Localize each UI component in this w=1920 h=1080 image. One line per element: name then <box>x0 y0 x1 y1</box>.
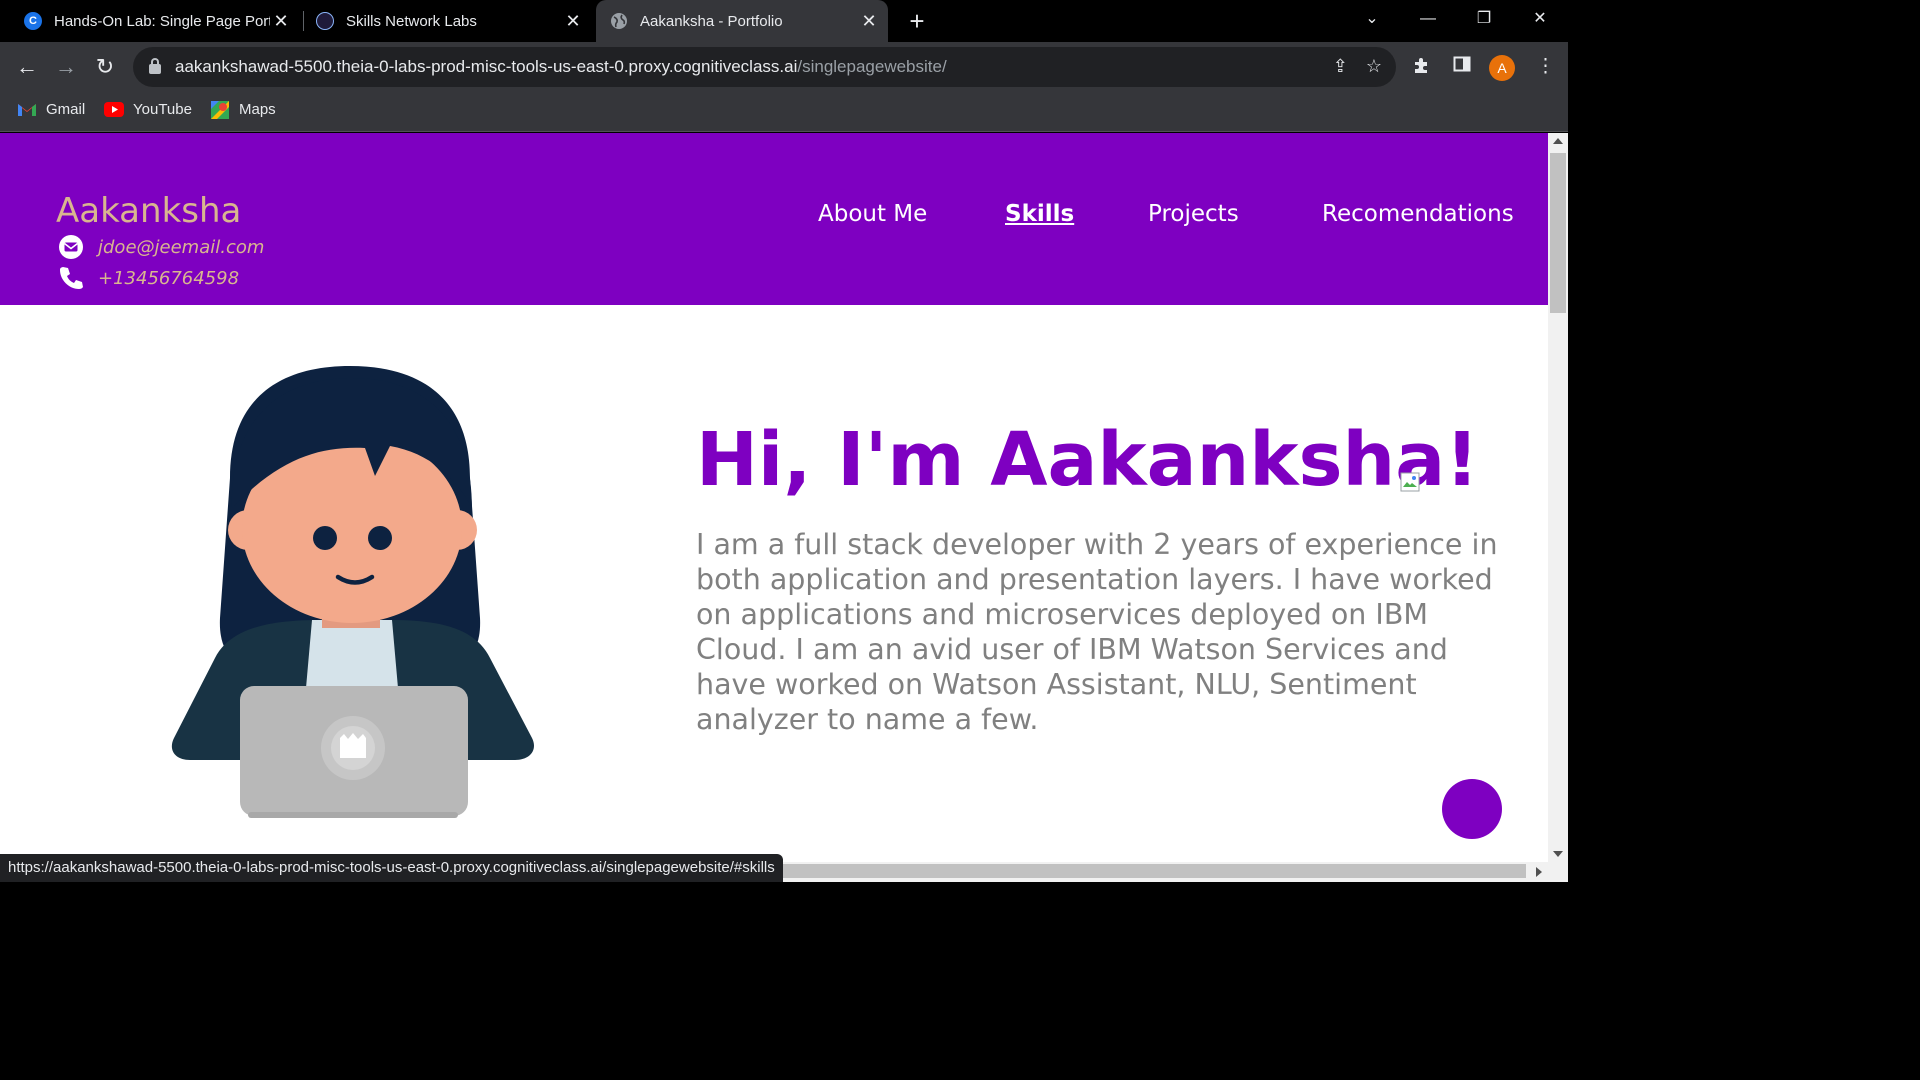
url-path: /singlepagewebsite/ <box>797 57 947 76</box>
bookmark-label: Gmail <box>46 101 86 118</box>
minimize-button[interactable]: — <box>1400 0 1456 42</box>
tab-divider <box>303 11 304 31</box>
bookmark-label: YouTube <box>133 101 192 118</box>
browser-menu-icon[interactable]: ⋮ <box>1536 55 1555 78</box>
nav-recomendations[interactable]: Recomendations <box>1322 201 1514 227</box>
floating-action-button[interactable] <box>1442 779 1502 839</box>
address-bar[interactable]: aakankshawad-5500.theia-0-labs-prod-misc… <box>133 47 1396 87</box>
contact-phone: +13456764598 <box>58 265 239 291</box>
skills-network-favicon-icon <box>316 12 334 30</box>
maps-icon <box>210 100 230 119</box>
back-button[interactable]: ← <box>12 52 42 82</box>
bookmark-maps[interactable]: Maps <box>210 100 276 119</box>
tab-title: Aakanksha - Portfolio <box>640 12 783 30</box>
broken-image-icon <box>1400 472 1420 492</box>
hero-description: I am a full stack developer with 2 years… <box>696 528 1498 736</box>
nav-projects[interactable]: Projects <box>1148 201 1239 227</box>
link-status-bar: https://aakankshawad-5500.theia-0-labs-p… <box>0 854 783 882</box>
browser-toolbar: ← → ↻ aakankshawad-5500.theia-0-labs-pro… <box>0 42 1568 92</box>
developer-avatar-illustration <box>171 366 535 818</box>
tab-hands-on-lab[interactable]: C Hands-On Lab: Single Page Portfolio ✕ <box>16 0 298 42</box>
page-viewport: Aakanksha jdoe@jeemail.com +13456764598 … <box>0 133 1548 862</box>
tab-skills-network-labs[interactable]: Skills Network Labs ✕ <box>308 0 590 42</box>
bookmarks-bar: Gmail YouTube Maps <box>0 92 1568 132</box>
share-icon[interactable]: ⇪ <box>1333 56 1348 77</box>
scroll-down-arrow-icon[interactable] <box>1553 851 1563 857</box>
nav-skills[interactable]: Skills <box>1005 201 1074 227</box>
tab-strip: C Hands-On Lab: Single Page Portfolio ✕ … <box>0 0 1568 42</box>
phone-text: +13456764598 <box>98 267 240 289</box>
side-panel-icon[interactable] <box>1453 55 1471 79</box>
close-tab-icon[interactable]: ✕ <box>858 11 880 32</box>
scroll-right-arrow-icon[interactable] <box>1536 867 1542 877</box>
profile-avatar[interactable]: A <box>1489 55 1515 81</box>
phone-icon <box>58 265 84 291</box>
tab-title: Hands-On Lab: Single Page Portfolio <box>54 12 270 30</box>
contact-email: jdoe@jeemail.com <box>58 234 264 260</box>
extensions-puzzle-icon[interactable] <box>1412 55 1432 81</box>
tab-title: Skills Network Labs <box>346 12 477 30</box>
forward-button[interactable]: → <box>51 52 81 82</box>
bookmark-gmail[interactable]: Gmail <box>17 101 85 118</box>
lock-icon[interactable] <box>149 58 161 74</box>
nav-about-me[interactable]: About Me <box>818 201 927 227</box>
bookmark-star-icon[interactable]: ☆ <box>1366 56 1382 77</box>
site-brand-name: Aakanksha <box>56 191 242 231</box>
vertical-scrollbar-thumb[interactable] <box>1550 153 1566 313</box>
reload-button[interactable]: ↻ <box>90 52 120 82</box>
youtube-icon <box>104 102 124 118</box>
cognitiveclass-favicon-icon: C <box>24 12 42 30</box>
scroll-up-arrow-icon[interactable] <box>1553 138 1563 144</box>
url-host: aakankshawad-5500.theia-0-labs-prod-misc… <box>175 57 798 76</box>
restore-button[interactable]: ❐ <box>1456 0 1512 42</box>
site-header: Aakanksha jdoe@jeemail.com +13456764598 … <box>0 133 1548 305</box>
close-tab-icon[interactable]: ✕ <box>270 11 292 32</box>
bookmark-youtube[interactable]: YouTube <box>104 101 192 118</box>
tab-search-chevron-icon[interactable]: ⌄ <box>1344 0 1400 42</box>
tab-portfolio-active[interactable]: Aakanksha - Portfolio ✕ <box>596 0 888 42</box>
gmail-icon <box>17 102 37 118</box>
email-text: jdoe@jeemail.com <box>98 236 265 258</box>
new-tab-button[interactable]: + <box>902 6 932 36</box>
bookmark-label: Maps <box>239 101 276 118</box>
close-window-button[interactable]: ✕ <box>1512 0 1568 42</box>
horizontal-scrollbar-thumb[interactable] <box>770 864 1526 878</box>
globe-icon <box>610 12 628 30</box>
envelope-icon <box>58 234 84 260</box>
close-tab-icon[interactable]: ✕ <box>562 11 584 32</box>
hero-heading: Hi, I'm Aakanksha! <box>696 417 1479 503</box>
